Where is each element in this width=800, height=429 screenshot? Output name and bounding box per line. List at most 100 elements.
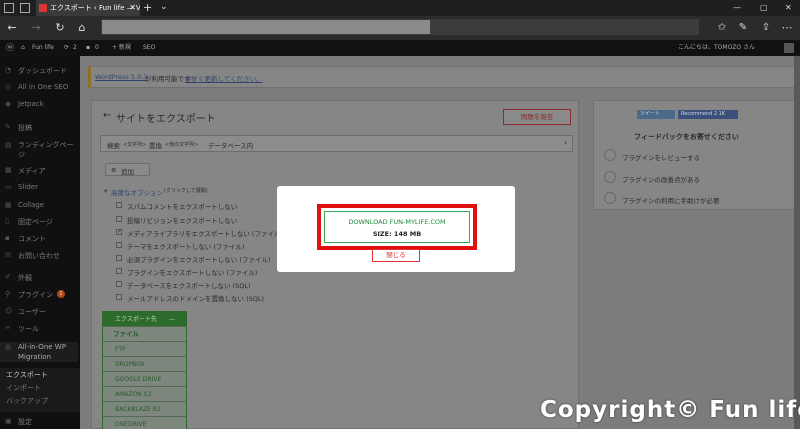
window-close-icon[interactable]: ✕ — [785, 0, 792, 16]
sidebar-item-plugins[interactable]: ⚲ プラグイン 1 — [0, 290, 80, 300]
sidebar-item-media[interactable]: ▦ メディア — [0, 166, 80, 176]
sidebar-item-tools[interactable]: ✂ ツール — [0, 324, 80, 334]
more-menu-icon[interactable]: ⋯ — [778, 16, 796, 40]
highlight-box: DOWNLOAD FUN-MYLIFE.COM SIZE: 148 MB — [317, 204, 477, 250]
radio-button[interactable] — [604, 149, 616, 161]
sidebar-item-seo[interactable]: ◎ All in One SEO — [0, 83, 80, 91]
sidebar-item-settings[interactable]: ▣ 設定 — [0, 417, 80, 427]
notice-version-link[interactable]: WordPress 5.0.3 — [95, 73, 147, 81]
option-checkbox[interactable] — [116, 216, 122, 222]
update-now-link[interactable]: 今すぐ更新してください。 — [185, 73, 263, 83]
sidebar-item-migration[interactable]: ◍ All-in-One WP Migration — [0, 342, 78, 362]
seo-icon: ◎ — [5, 83, 12, 91]
option-checkbox[interactable] — [116, 294, 122, 300]
home-site-icon: ⌂ — [21, 44, 25, 51]
pen-icon[interactable]: ✎ — [734, 16, 752, 40]
sidebar-item-comments[interactable]: ▪ コメント — [0, 234, 80, 244]
jetpack-icon: ◉ — [5, 100, 12, 108]
export-arrow-icon: ← — [103, 110, 112, 121]
updates-count[interactable]: 2 — [73, 40, 77, 56]
recommend-button[interactable]: Recommend 2.1K — [678, 110, 738, 119]
page-scrollbar[interactable] — [794, 56, 800, 429]
comments-icon: ▪ — [86, 44, 91, 51]
refresh-icon[interactable]: ↻ — [51, 16, 69, 40]
export-to-button[interactable]: エクスポート先 — — [103, 312, 186, 327]
tab-export[interactable]: エクスポート ‹ Fun life — V ✕ — [36, 0, 140, 16]
share-icon[interactable]: ⇪ — [757, 16, 775, 40]
option-label: メディアライブラリをエクスポートしない (ファイル) — [127, 230, 283, 238]
wordpress-logo-icon[interactable]: ⓦ — [6, 40, 14, 56]
plugin-icon: ⚲ — [5, 290, 11, 298]
tab-close-icon[interactable]: ✕ — [129, 0, 136, 16]
new-content-link[interactable]: + 新規 — [112, 40, 131, 56]
sidebar-item-posts[interactable]: ✎ 投稿 — [0, 123, 80, 133]
option-checkbox-checked[interactable]: ✓ — [116, 229, 122, 235]
submenu-backup[interactable]: バックアップ — [0, 396, 80, 406]
copyright-watermark: Copyright© Fun life — [540, 397, 800, 423]
add-button[interactable]: ⊕ 追加 — [105, 163, 150, 176]
home-icon[interactable]: ⌂ — [73, 16, 91, 40]
download-button[interactable]: DOWNLOAD FUN-MYLIFE.COM SIZE: 148 MB — [324, 211, 470, 243]
sidebar-item-users[interactable]: ☺ ユーザー — [0, 307, 80, 317]
back-arrow-icon[interactable]: ← — [3, 16, 21, 40]
sidebar-item-contact[interactable]: ✉ お問い合わせ — [0, 251, 80, 261]
destination-dropbox[interactable]: DROPBOX — [103, 357, 186, 372]
chevron-right-icon: › — [564, 138, 568, 147]
maximize-icon[interactable]: ▢ — [760, 0, 768, 16]
download-modal: DOWNLOAD FUN-MYLIFE.COM SIZE: 148 MB 閉じる — [277, 186, 515, 272]
option-checkbox[interactable] — [116, 281, 122, 287]
option-checkbox[interactable] — [116, 255, 122, 261]
destination-backblaze[interactable]: BACKBLAZE B2 — [103, 402, 186, 417]
radio-button[interactable] — [604, 192, 616, 204]
sidebar-item-dashboard[interactable]: ◔ ダッシュボード — [0, 66, 80, 76]
find-replace-row[interactable]: 検索 <文字列> 置換 <他の文字列> データベース内 › — [100, 135, 573, 152]
landing-icon: ▤ — [5, 141, 12, 149]
new-tab-button[interactable]: + — [143, 0, 152, 16]
destination-file[interactable]: ファイル — [103, 327, 186, 342]
account-greeting[interactable]: こんにちは、TOMOZO さん — [678, 40, 755, 56]
feedback-option[interactable]: プラグインの利用に手助けが必要 — [622, 195, 720, 205]
destination-google-drive[interactable]: GOOGLE DRIVE — [103, 372, 186, 387]
sidebar-item-collage[interactable]: ▦ Collage — [0, 201, 80, 209]
avatar[interactable] — [784, 43, 794, 53]
search-placeholder[interactable]: <文字列> — [123, 141, 146, 148]
option-checkbox[interactable] — [116, 242, 122, 248]
seo-menu-link[interactable]: SEO — [143, 40, 155, 56]
sidebar-item-slider[interactable]: ▭ Slider — [0, 183, 80, 191]
feedback-option[interactable]: プラグインの改善点がある — [622, 174, 700, 184]
tab-actions-icon[interactable] — [4, 3, 14, 13]
address-bar[interactable] — [101, 19, 699, 35]
minimize-icon[interactable]: — — [733, 0, 741, 16]
collage-icon: ▦ — [5, 201, 12, 209]
advanced-options-link[interactable]: 高度なオプション — [111, 187, 163, 197]
site-name-link[interactable]: Fun life — [32, 40, 54, 56]
destination-amazon-s3[interactable]: AMAZON S3 — [103, 387, 186, 402]
option-checkbox[interactable] — [116, 268, 122, 274]
tab-list-icon[interactable]: ⌄ — [160, 0, 168, 14]
user-icon: ☺ — [5, 307, 13, 315]
tab-title: エクスポート ‹ Fun life — V — [50, 4, 140, 12]
destination-onedrive[interactable]: ONEDRIVE — [103, 417, 186, 429]
comments-count[interactable]: 0 — [95, 40, 99, 56]
submenu-export[interactable]: エクスポート — [0, 370, 80, 380]
submenu-import[interactable]: インポート — [0, 383, 80, 393]
replace-label: 置換 — [149, 142, 162, 150]
report-issue-button[interactable]: 問題を報告 — [503, 109, 571, 125]
tab-back-icon[interactable] — [20, 3, 30, 13]
sidebar-item-landing[interactable]: ▤ ランディングペー ジ — [0, 140, 74, 160]
destination-ftp[interactable]: FTP — [103, 342, 186, 357]
sidebar-item-jetpack[interactable]: ◉ Jetpack — [0, 100, 80, 108]
close-button[interactable]: 閉じる — [372, 249, 420, 262]
sidebar-item-pages[interactable]: ▯ 固定ページ — [0, 217, 80, 227]
replace-placeholder[interactable]: <他の文字列> — [165, 141, 198, 148]
advanced-hint: (クリックして展開) — [164, 188, 208, 194]
feedback-option[interactable]: プラグインをレビューする — [622, 152, 700, 162]
sidebar-item-appearance[interactable]: ✐ 外観 — [0, 273, 80, 283]
radio-button[interactable] — [604, 171, 616, 183]
pages-icon: ▯ — [5, 217, 9, 225]
address-bar-redacted — [102, 20, 430, 34]
forward-arrow-icon[interactable]: → — [27, 16, 45, 40]
option-checkbox[interactable] — [116, 202, 122, 208]
favorites-hub-icon[interactable]: ✩ — [713, 16, 731, 40]
tweet-button[interactable]: ツイート — [637, 110, 675, 119]
